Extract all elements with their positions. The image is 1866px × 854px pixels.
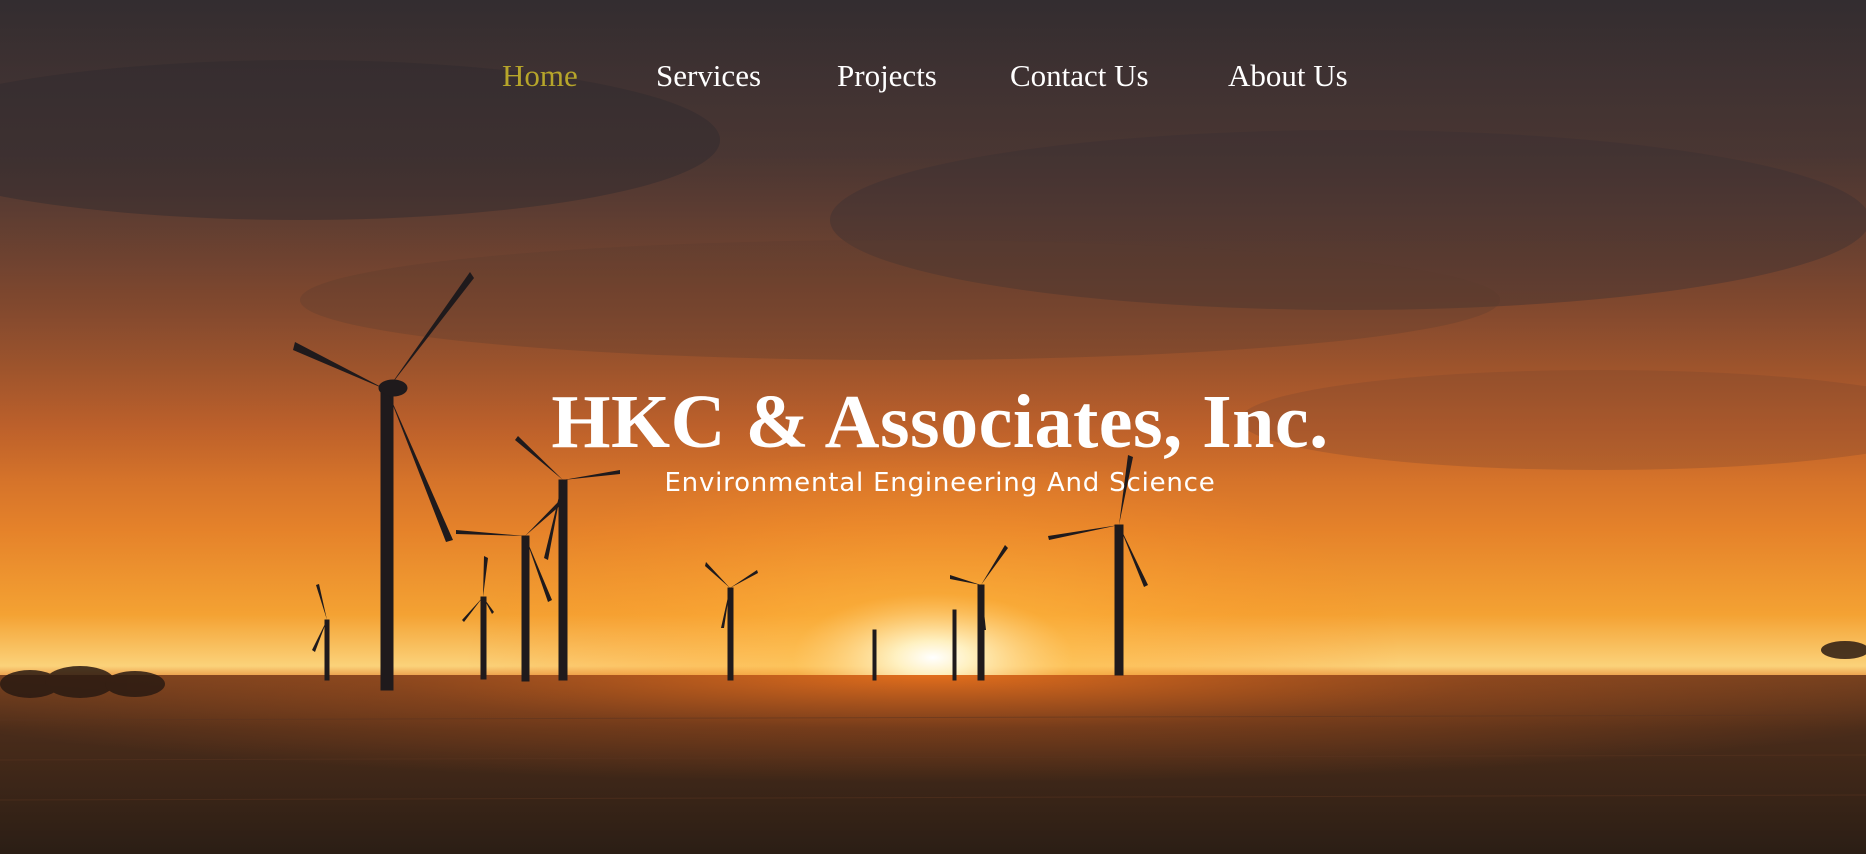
hero-section: Home Services Projects Contact Us About … (0, 0, 1866, 854)
nav-link-projects[interactable]: Projects (837, 58, 937, 94)
hero-title-block: HKC & Associates, Inc. Environmental Eng… (0, 378, 1866, 500)
main-navigation: Home Services Projects Contact Us About … (0, 50, 1866, 110)
company-tagline: Environmental Engineering And Science (664, 468, 1216, 498)
nav-link-home[interactable]: Home (502, 58, 578, 94)
company-title: HKC & Associates, Inc. (551, 380, 1329, 464)
nav-link-contact-us[interactable]: Contact Us (1010, 58, 1149, 94)
nav-link-services[interactable]: Services (656, 58, 761, 94)
nav-link-about-us[interactable]: About Us (1228, 58, 1348, 94)
